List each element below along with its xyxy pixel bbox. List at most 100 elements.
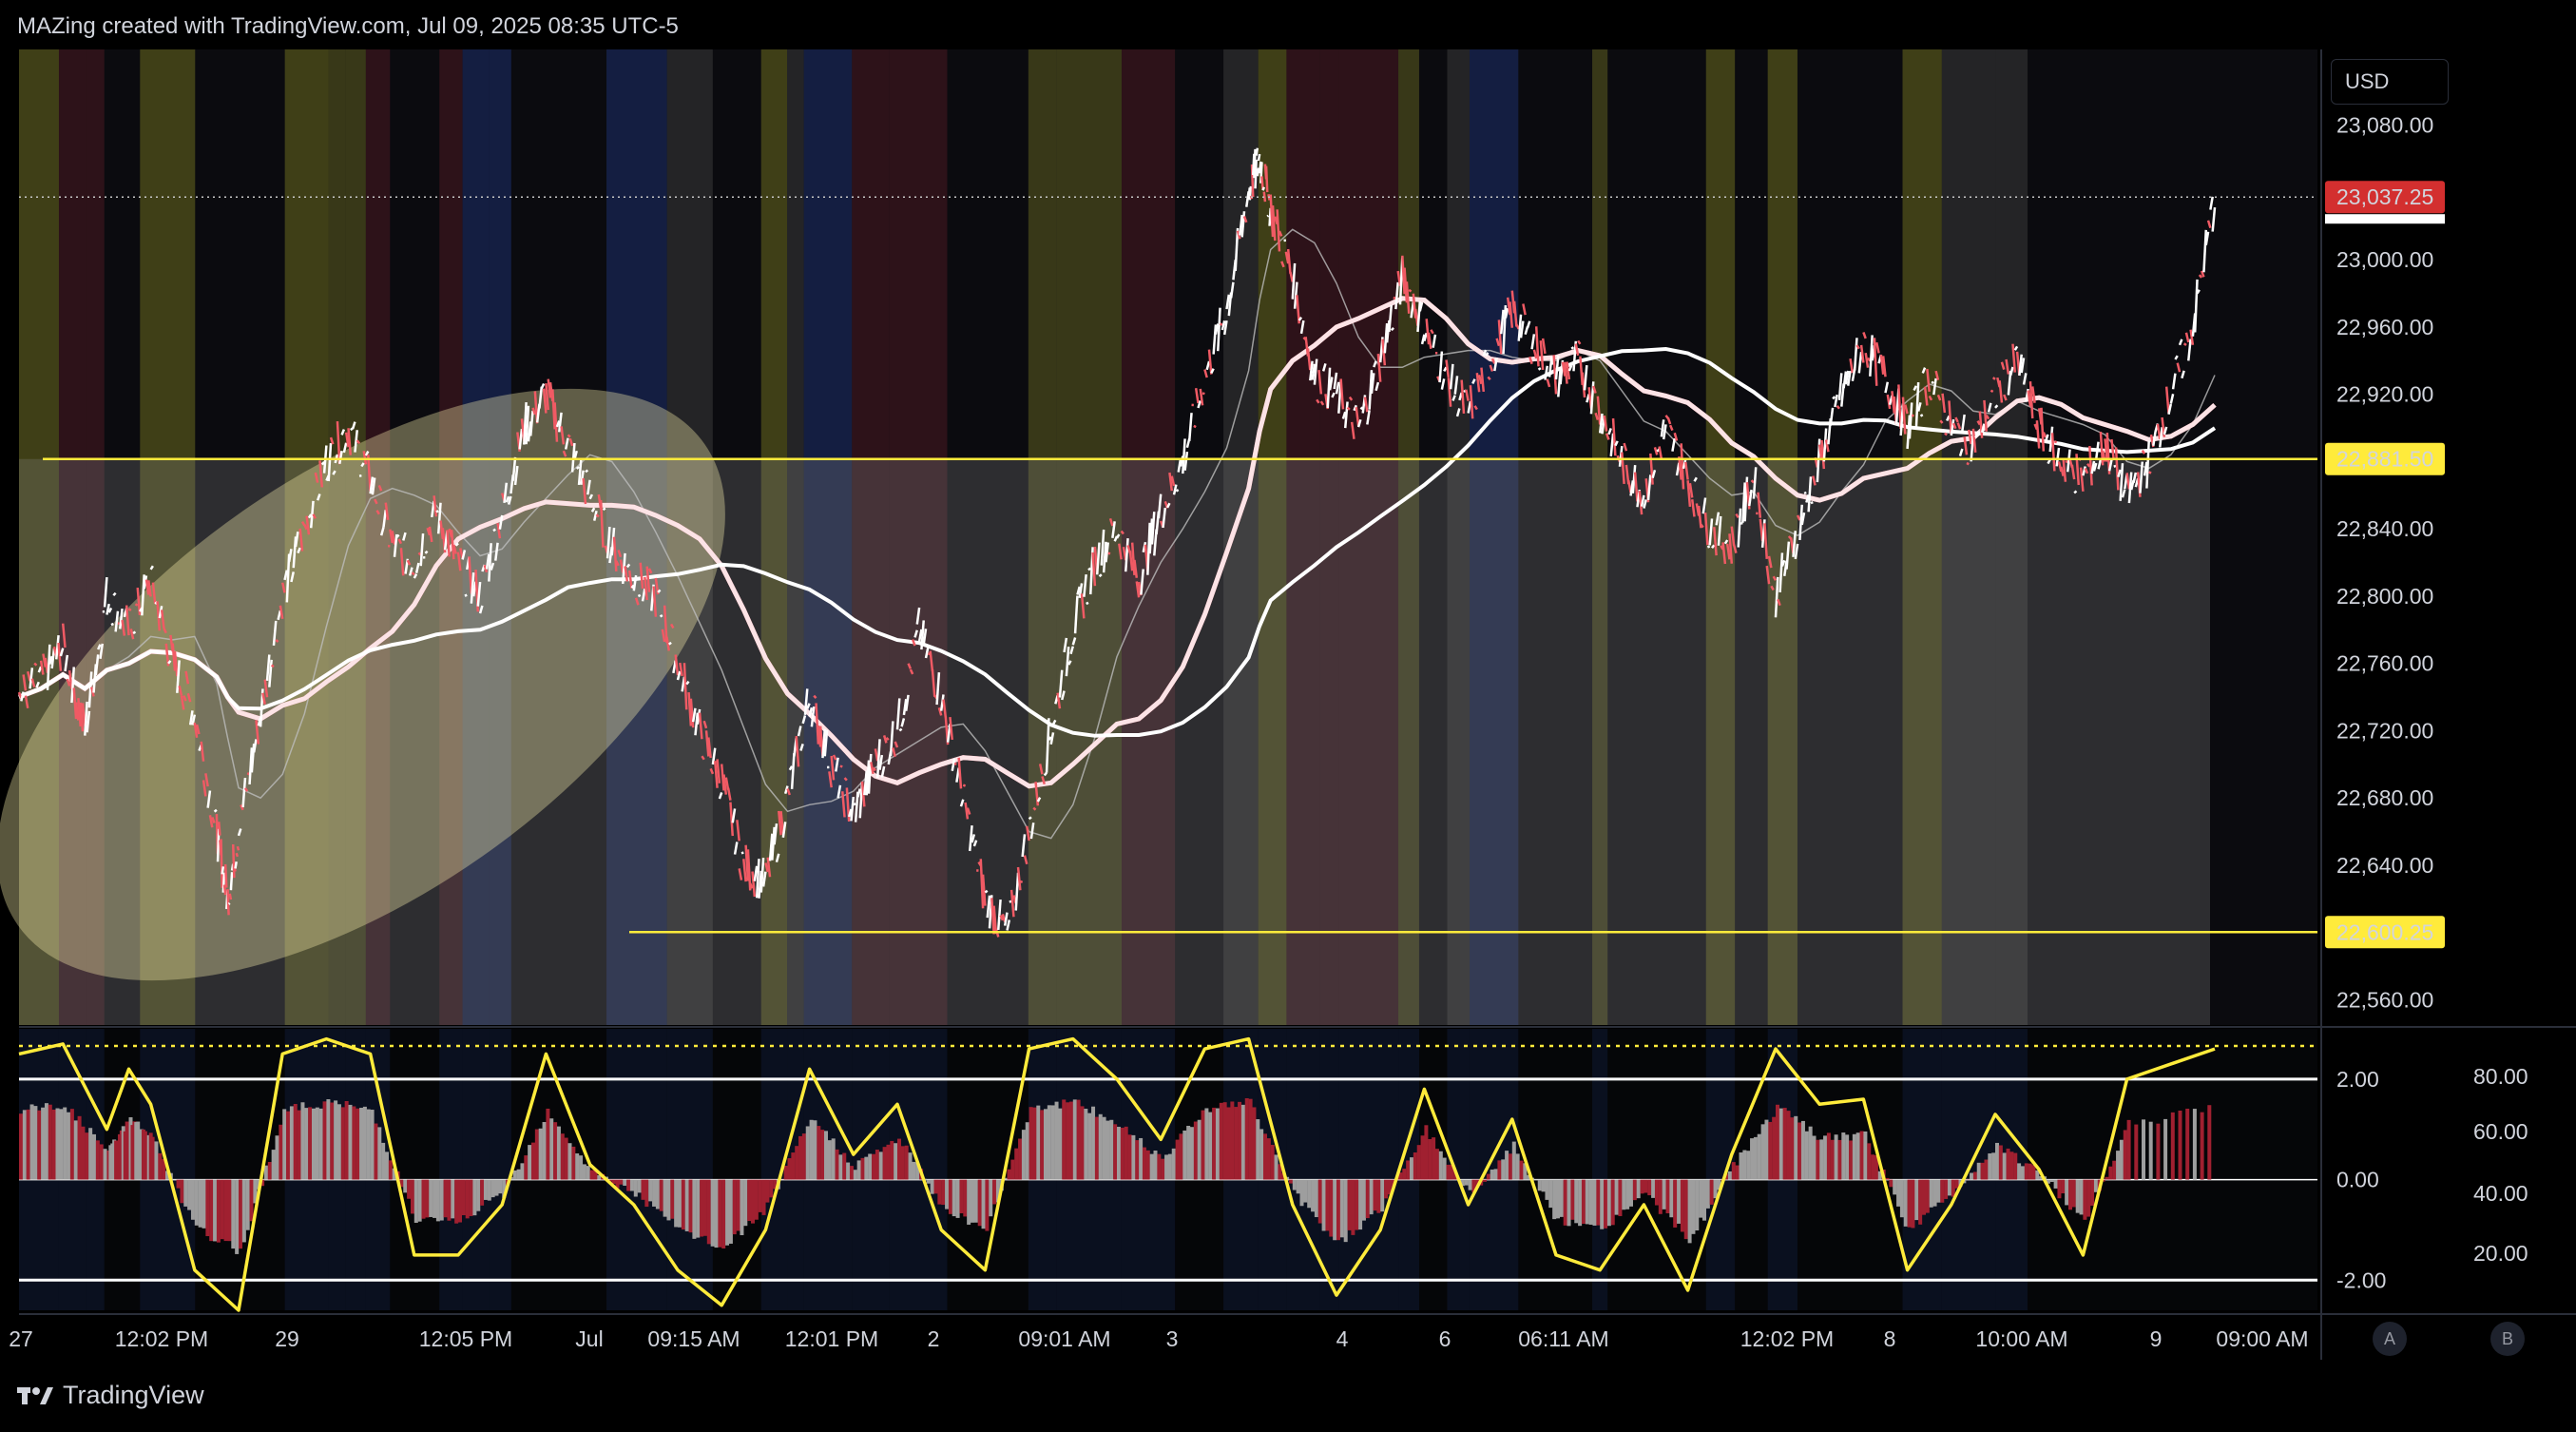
price-segment (226, 889, 230, 916)
osc-histogram-bar (1988, 1153, 1992, 1180)
osc-histogram-bar (1434, 1149, 1439, 1180)
osc-histogram-bar (1117, 1127, 1121, 1180)
price-segment (1256, 167, 1260, 177)
osc-histogram-bar (824, 1131, 828, 1180)
osc-histogram-bar (1219, 1102, 1223, 1180)
chart-canvas[interactable]: 23,080.00 23,000.00 22,960.00 22,920.00 22,8… (0, 0, 2576, 1432)
price-tick-label: 23,000.00 (2336, 247, 2433, 272)
osc-histogram-bar (926, 1179, 931, 1184)
osc-histogram-bar (2093, 1179, 2098, 1192)
osc-histogram-bar (1889, 1179, 1894, 1188)
osc-histogram-bar (1380, 1179, 1385, 1212)
osc-histogram-bar (1604, 1179, 1608, 1229)
osc-histogram-bar (1105, 1120, 1110, 1180)
osc-histogram-bar (524, 1155, 529, 1180)
osc-histogram-bar (1424, 1125, 1429, 1180)
osc-histogram-bar (85, 1132, 89, 1180)
osc-histogram-bar (1581, 1179, 1586, 1224)
osc-histogram-bar (1288, 1179, 1293, 1184)
price-segment (2073, 490, 2078, 494)
osc-histogram-bar (1468, 1179, 1472, 1190)
osc-histogram-bar (271, 1150, 276, 1180)
osc-histogram-bar (1497, 1160, 1502, 1180)
osc-histogram-bar (413, 1179, 418, 1223)
osc-histogram-bar (1760, 1124, 1765, 1180)
osc-histogram-bar (2123, 1130, 2127, 1180)
osc-histogram-bar (641, 1179, 645, 1200)
osc-histogram-bar (1705, 1179, 1710, 1209)
price-segment (112, 591, 117, 597)
osc-histogram-bar (1252, 1107, 1257, 1180)
osc-histogram-bar (1365, 1179, 1370, 1219)
osc-histogram-bar (2057, 1179, 2062, 1199)
osc-histogram-bar (443, 1179, 448, 1218)
osc-histogram-bar (1270, 1144, 1275, 1180)
osc-histogram-bar (1776, 1104, 1779, 1180)
osc-histogram-bar (2185, 1108, 2190, 1180)
time-tick-label: 6 (1439, 1326, 1451, 1351)
price-segment (234, 861, 238, 869)
osc-histogram-bar (1044, 1109, 1048, 1180)
osc-histogram-bar (783, 1165, 788, 1180)
osc-histogram-bar (549, 1118, 554, 1180)
log-scale-button[interactable]: B (2490, 1322, 2525, 1356)
osc-histogram-bar (864, 1156, 869, 1180)
price-segment (222, 884, 227, 896)
osc-histogram-bar (461, 1179, 466, 1216)
osc-right-tick-label: 20.00 (2473, 1241, 2528, 1266)
osc-histogram-bar (1240, 1104, 1245, 1180)
osc-histogram-bar (2090, 1179, 2095, 1206)
osc-histogram-bar (1072, 1099, 1077, 1180)
price-segment (411, 571, 415, 576)
osc-histogram-bar (297, 1110, 301, 1180)
osc-histogram-bar (589, 1170, 594, 1180)
price-segment (134, 603, 139, 607)
osc-histogram-bar (681, 1179, 685, 1230)
osc-histogram-bar (856, 1160, 861, 1180)
osc-histogram-bar (648, 1179, 653, 1202)
osc-histogram-bar (644, 1179, 649, 1208)
osc-histogram-bar (992, 1179, 997, 1205)
osc-histogram-bar (725, 1179, 730, 1246)
price-segment (839, 764, 843, 768)
osc-histogram-bar (835, 1149, 839, 1180)
osc-histogram-bar (1574, 1179, 1579, 1224)
osc-histogram-bar (1713, 1179, 1718, 1199)
osc-histogram-bar (190, 1179, 195, 1220)
session-band-osc (1705, 1029, 1736, 1310)
osc-histogram-bar (1998, 1145, 2003, 1180)
osc-histogram-bar (2024, 1163, 2028, 1180)
osc-histogram-bar (1559, 1179, 1564, 1217)
osc-histogram-bar (1816, 1139, 1820, 1180)
session-band-osc (666, 1029, 713, 1310)
osc-histogram-bar (674, 1179, 679, 1228)
osc-histogram-bar (1014, 1148, 1019, 1180)
osc-histogram-bar (1215, 1108, 1220, 1180)
price-segment (1175, 489, 1180, 493)
osc-histogram-bar (702, 1179, 707, 1236)
auto-scale-button[interactable]: A (2373, 1322, 2407, 1356)
osc-histogram-bar (1922, 1179, 1926, 1215)
price-segment (1098, 573, 1103, 578)
osc-histogram-bar (1647, 1179, 1652, 1196)
osc-histogram-bar (1782, 1108, 1787, 1180)
osc-histogram-bar (2009, 1151, 2014, 1180)
osc-right-tick-label: 60.00 (2473, 1119, 2528, 1144)
price-segment (1994, 404, 1999, 409)
price-segment (454, 542, 459, 547)
osc-histogram-bar (1578, 1179, 1583, 1227)
price-segment (1028, 816, 1032, 821)
osc-histogram-bar (963, 1179, 968, 1217)
osc-histogram-bar (1885, 1177, 1890, 1180)
osc-histogram-bar (1984, 1159, 1989, 1180)
osc-histogram-bar (410, 1179, 414, 1214)
osc-histogram-bar (1087, 1113, 1092, 1180)
osc-histogram-bar (2083, 1179, 2087, 1220)
osc-histogram-bar (2079, 1179, 2084, 1215)
osc-histogram-bar (1548, 1179, 1553, 1209)
osc-histogram-bar (1179, 1133, 1183, 1180)
tradingview-logo-icon (17, 1386, 53, 1404)
osc-histogram-bar (1343, 1179, 1348, 1243)
currency-selector[interactable]: USD (2331, 59, 2449, 105)
osc-histogram-bar (180, 1179, 184, 1204)
